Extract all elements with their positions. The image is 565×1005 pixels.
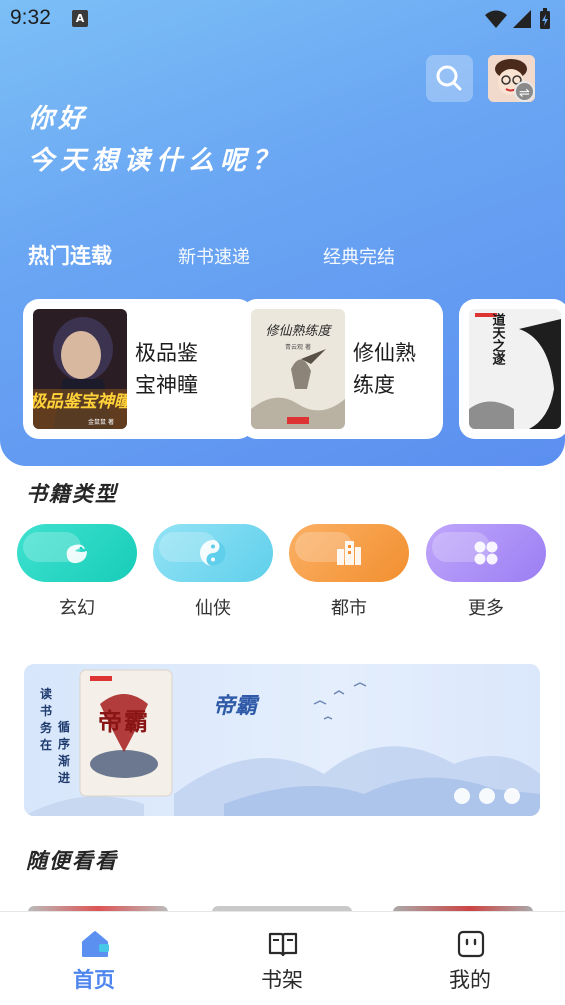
book-cover: 道天之遂 bbox=[469, 309, 561, 429]
nav-item-profile[interactable]: 我的 bbox=[376, 912, 564, 1005]
banner-slogan-col1: 读书务在 bbox=[40, 687, 53, 752]
cover-title-text: 道天之遂 bbox=[490, 312, 506, 366]
section-title-categories: 书籍类型 bbox=[26, 482, 118, 506]
notification-a-icon: A bbox=[72, 10, 88, 27]
category-label: 更多 bbox=[468, 598, 504, 619]
tab-hot-serial[interactable]: 热门连载 bbox=[28, 240, 112, 270]
category-button-dushi[interactable] bbox=[289, 524, 409, 582]
system-icons bbox=[485, 8, 550, 29]
switch-account-badge[interactable]: ⇌ bbox=[514, 81, 535, 102]
category-button-xuanhuan[interactable] bbox=[17, 524, 137, 582]
signal-icon bbox=[513, 10, 531, 28]
status-bar: 9:32 A bbox=[0, 0, 565, 38]
cover-title-text: 修仙熟练度 bbox=[265, 324, 332, 339]
battery-icon bbox=[540, 8, 550, 29]
tab-classic-finished[interactable]: 经典完结 bbox=[323, 243, 395, 269]
nav-label: 我的 bbox=[449, 968, 491, 992]
book-icon bbox=[268, 932, 298, 957]
nav-label: 首页 bbox=[73, 968, 115, 992]
banner-page-dot[interactable] bbox=[479, 788, 495, 804]
banner-page-dot[interactable] bbox=[504, 788, 520, 804]
featured-book-card[interactable]: 道天之遂 bbox=[459, 299, 565, 439]
home-icon bbox=[82, 931, 109, 957]
featured-book-card[interactable]: 极品鉴宝神瞳 金鼠鼠 著 极品鉴宝神瞳 bbox=[23, 299, 254, 439]
book-cover: 修仙熟练度 青云观 著 bbox=[251, 309, 345, 429]
category-label: 玄幻 bbox=[59, 598, 95, 619]
yin-yang-icon bbox=[200, 540, 226, 566]
cover-author-text: 金鼠鼠 著 bbox=[88, 418, 114, 426]
cover-title-text: 极品鉴宝神瞳 bbox=[33, 392, 127, 412]
featured-book-card[interactable]: 修仙熟练度 青云观 著 修仙熟练度 bbox=[241, 299, 443, 439]
nav-label: 书架 bbox=[261, 968, 303, 992]
bottom-navigation: 首页 书架 我的 bbox=[0, 911, 565, 1005]
dragon-icon bbox=[66, 544, 87, 564]
greeting-line-1: 你好 bbox=[28, 104, 89, 134]
cover-author-text: 青云观 著 bbox=[285, 343, 311, 351]
hero-header: 9:32 A ⇌ 你好 今天想读什么呢？ 热门连载 新书速递 经典完结 极品鉴宝… bbox=[0, 0, 565, 466]
nav-item-bookshelf[interactable]: 书架 bbox=[188, 912, 376, 1005]
building-icon bbox=[337, 541, 361, 565]
search-button[interactable] bbox=[426, 55, 473, 102]
category-label: 仙侠 bbox=[195, 598, 231, 619]
search-icon bbox=[436, 65, 462, 91]
profile-icon bbox=[457, 930, 485, 958]
book-cover: 极品鉴宝神瞳 金鼠鼠 著 bbox=[33, 309, 127, 429]
banner-page-dot[interactable] bbox=[454, 788, 470, 804]
greeting-line-2: 今天想读什么呢？ bbox=[28, 146, 285, 176]
grid-icon bbox=[474, 541, 498, 565]
app-screen: 9:32 A ⇌ 你好 今天想读什么呢？ 热门连载 新书速递 经典完结 极品鉴宝… bbox=[0, 0, 565, 1005]
tab-new-books[interactable]: 新书速递 bbox=[178, 243, 250, 269]
banner-slogan-col2: 循序渐进 bbox=[58, 720, 71, 785]
status-time: 9:32 bbox=[10, 6, 51, 29]
nav-item-home[interactable]: 首页 bbox=[0, 912, 188, 1005]
category-label: 都市 bbox=[331, 598, 367, 619]
category-button-more[interactable] bbox=[426, 524, 546, 582]
book-title: 极品鉴宝神瞳 bbox=[135, 341, 198, 397]
banner-book-title: 帝霸 bbox=[213, 693, 258, 719]
section-title-random: 随便看看 bbox=[26, 849, 118, 873]
category-button-xianxia[interactable] bbox=[153, 524, 273, 582]
book-title: 修仙熟练度 bbox=[353, 341, 416, 397]
wifi-icon bbox=[485, 10, 507, 28]
banner-cover-title: 帝霸 bbox=[98, 707, 150, 736]
